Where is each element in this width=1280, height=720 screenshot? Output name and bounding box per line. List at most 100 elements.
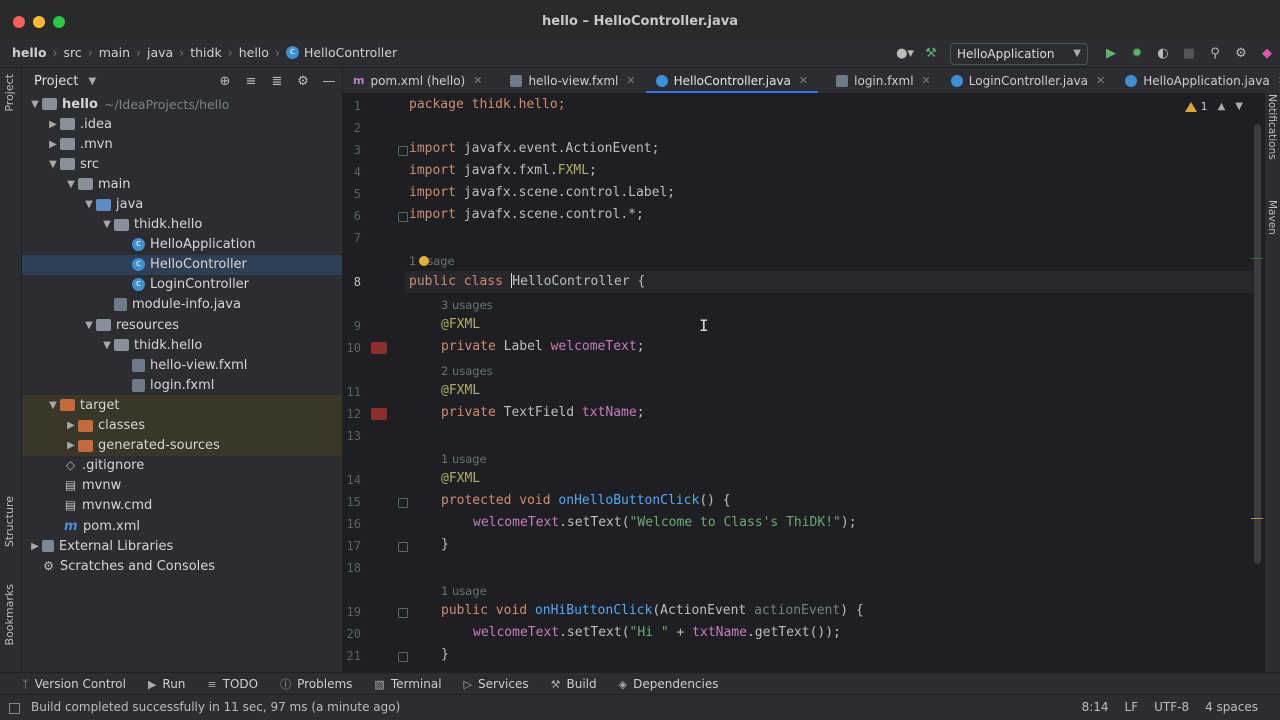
project-tool-button[interactable]: Project (3, 74, 16, 112)
tree-item[interactable]: ▶ External Libraries (22, 536, 342, 556)
usage-hint[interactable]: 3 usages (441, 298, 493, 312)
fold-icon[interactable] (398, 608, 408, 618)
editor-scrollbar[interactable] (1254, 124, 1261, 564)
usage-hint[interactable]: 1 usage (409, 254, 455, 268)
gear-icon[interactable]: ⚙ (290, 74, 316, 89)
run-configuration-select[interactable]: HelloApplication ▼ (950, 42, 1088, 65)
chevron-right-icon[interactable]: ▶ (28, 541, 42, 552)
close-icon[interactable]: ✕ (922, 74, 931, 87)
tree-item[interactable]: ▼ thidk.hello (22, 335, 342, 355)
code-editor[interactable]: 1 2 3 4 5 6 7 8 9 10 11 12 13 14 15 16 1… (343, 94, 1265, 672)
toggle-tool-windows-icon[interactable] (9, 703, 20, 714)
dependencies-tool-button[interactable]: ◈ Dependencies (619, 677, 719, 691)
fold-icon[interactable] (398, 212, 408, 222)
chevron-down-icon[interactable]: ▼ (28, 99, 42, 110)
run-tool-button[interactable]: ▶ Run (148, 677, 185, 691)
chevron-down-icon[interactable]: ▼ (100, 340, 114, 351)
chevron-down-icon[interactable]: ▼ (100, 219, 114, 230)
structure-tool-button[interactable]: Structure (3, 496, 16, 547)
tab-login-fxml[interactable]: login.fxml ✕ (818, 68, 941, 93)
terminal-tool-button[interactable]: ▧ Terminal (374, 677, 441, 691)
todo-tool-button[interactable]: ≡ TODO (207, 677, 258, 691)
usage-hint[interactable]: 2 usages (441, 364, 493, 378)
user-icon[interactable]: ●▾ (894, 43, 916, 65)
caret-position[interactable]: 8:14 (1082, 700, 1109, 714)
debug-icon[interactable]: ✹ (1126, 43, 1148, 65)
tab-login-controller[interactable]: LoginController.java ✕ (941, 68, 1115, 93)
line-separator[interactable]: LF (1125, 700, 1139, 714)
breadcrumb-item[interactable]: thidk (190, 45, 221, 60)
tree-item[interactable]: ▼ hello ~/IdeaProjects/hello (22, 94, 342, 114)
close-icon[interactable]: ✕ (626, 74, 635, 87)
chevron-down-icon[interactable]: ▼ (82, 320, 96, 331)
lightbulb-icon[interactable] (419, 256, 429, 266)
file-encoding[interactable]: UTF-8 (1154, 700, 1189, 714)
build-tool-button[interactable]: ⚒ Build (551, 677, 597, 691)
tree-item[interactable]: ◇ .gitignore (22, 456, 342, 476)
services-tool-button[interactable]: ▷ Services (464, 677, 529, 691)
tree-item[interactable]: ⚙ Scratches and Consoles (22, 556, 342, 576)
build-hammer-icon[interactable]: ⚒ (920, 43, 942, 65)
close-icon[interactable]: ✕ (473, 74, 482, 87)
breadcrumb-item[interactable]: HelloController (304, 45, 397, 60)
indent-setting[interactable]: 4 spaces (1205, 700, 1258, 714)
tree-item[interactable]: ▤ mvnw (22, 476, 342, 496)
tab-hello-view-fxml[interactable]: hello-view.fxml ✕ (492, 68, 645, 93)
problems-tool-button[interactable]: ⓘ Problems (280, 676, 352, 692)
chevron-right-icon[interactable]: ▶ (64, 420, 78, 431)
bookmarks-tool-button[interactable]: Bookmarks (3, 584, 16, 645)
tree-item[interactable]: ▶ classes (22, 415, 342, 436)
notifications-tool-button[interactable]: Notifications (1266, 94, 1278, 160)
hide-icon[interactable]: — (316, 74, 342, 89)
usage-hint[interactable]: 1 usage (441, 452, 487, 466)
project-view-title[interactable]: Project (34, 74, 78, 89)
chevron-down-icon[interactable]: ▼ (46, 400, 60, 411)
tree-item[interactable]: ▼ main (22, 174, 342, 194)
tree-item-selected[interactable]: c HelloController (22, 254, 342, 275)
chevron-down-icon[interactable]: ▼ (46, 159, 60, 170)
chevron-down-icon[interactable]: ▼ (64, 179, 78, 190)
coverage-icon[interactable]: ◐ (1152, 43, 1174, 65)
close-icon[interactable]: ✕ (1096, 74, 1105, 87)
tree-item[interactable]: ▼ thidk.hello (22, 215, 342, 235)
chevron-right-icon[interactable]: ▶ (46, 119, 60, 130)
tree-item[interactable]: module-info.java (22, 295, 342, 315)
fold-icon[interactable] (398, 498, 408, 508)
warning-marker[interactable] (1251, 518, 1263, 519)
inspection-widget[interactable]: 1 ▲ ▼ (1184, 100, 1243, 113)
locate-icon[interactable]: ⊕ (212, 74, 238, 89)
chevron-down-icon[interactable]: ▼ (88, 76, 96, 87)
injection-marker-icon[interactable] (371, 408, 387, 420)
search-icon[interactable]: ⚲ (1204, 43, 1226, 65)
fold-icon[interactable] (398, 146, 408, 156)
change-marker[interactable] (1251, 258, 1263, 259)
tree-item[interactable]: m pom.xml (22, 516, 342, 536)
chevron-down-icon[interactable]: ▼ (82, 199, 96, 210)
injection-marker-icon[interactable] (371, 342, 387, 354)
expand-all-icon[interactable]: ≡ (238, 74, 264, 89)
ide-logo-icon[interactable]: ◆ (1256, 43, 1278, 65)
breadcrumb-item[interactable]: src (64, 45, 82, 60)
version-control-button[interactable]: ᛉ Version Control (22, 677, 126, 691)
chevron-right-icon[interactable]: ▶ (46, 139, 60, 150)
tree-item[interactable]: ▼ src (22, 154, 342, 174)
breadcrumb-item[interactable]: hello (239, 45, 269, 60)
tree-item[interactable]: ▶ .mvn (22, 134, 342, 154)
maven-tool-button[interactable]: Maven (1266, 200, 1278, 235)
tab-hello-application[interactable]: HelloApplication.java✕ (1115, 68, 1280, 93)
status-message[interactable]: Build completed successfully in 11 sec, … (31, 700, 400, 714)
tree-item[interactable]: login.fxml (22, 375, 342, 395)
tree-item[interactable]: ▶ .idea (22, 114, 342, 134)
stop-icon[interactable]: ■ (1178, 43, 1200, 65)
tree-item[interactable]: c HelloApplication (22, 235, 342, 255)
tab-pom-xml[interactable]: m pom.xml (hello) ✕ (343, 68, 492, 93)
breadcrumb-item[interactable]: main (99, 45, 130, 60)
fold-icon[interactable] (398, 652, 408, 662)
close-icon[interactable]: ✕ (799, 74, 808, 87)
breadcrumb-item[interactable]: hello (12, 45, 47, 60)
breadcrumb-item[interactable]: java (147, 45, 173, 60)
tree-item[interactable]: c LoginController (22, 275, 342, 295)
fold-icon[interactable] (398, 542, 408, 552)
chevron-up-icon[interactable]: ▲ (1218, 101, 1226, 112)
tree-item[interactable]: ▼ resources (22, 315, 342, 335)
